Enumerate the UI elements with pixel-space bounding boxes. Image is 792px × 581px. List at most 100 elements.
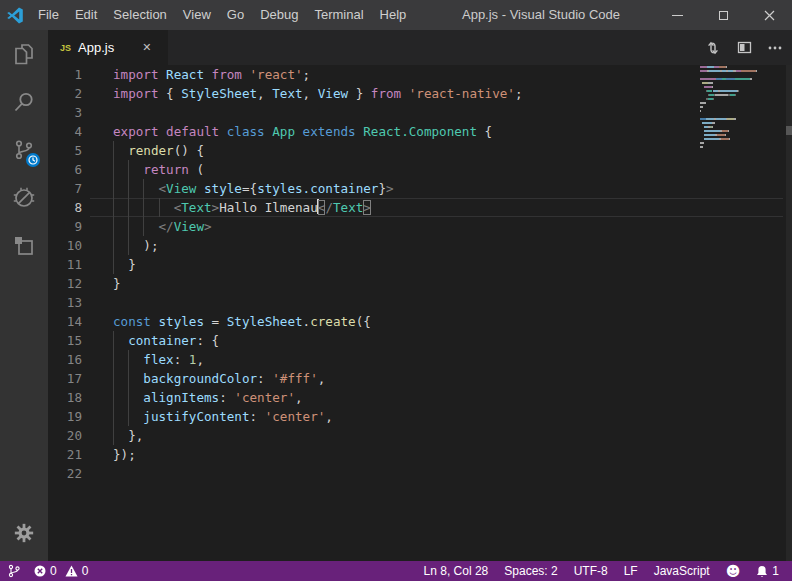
code-token: create: [310, 314, 356, 329]
menu-debug[interactable]: Debug: [252, 0, 306, 30]
line-number[interactable]: 10: [48, 236, 82, 255]
minimize-button[interactable]: [654, 0, 700, 30]
line-number[interactable]: 21: [48, 445, 82, 464]
menu-view[interactable]: View: [175, 0, 219, 30]
cursor-position[interactable]: Ln 8, Col 28: [424, 564, 489, 578]
git-branch-indicator[interactable]: [8, 564, 20, 578]
line-number[interactable]: 6: [48, 160, 82, 179]
line-number[interactable]: 17: [48, 369, 82, 388]
line-number[interactable]: 19: [48, 407, 82, 426]
code-token: [113, 333, 128, 348]
line-number[interactable]: 3: [48, 103, 82, 122]
code-token: 'center': [234, 390, 295, 405]
minimap[interactable]: [700, 66, 780, 154]
notifications-bell[interactable]: 1: [756, 564, 779, 578]
code-line[interactable]: backgroundColor: '#fff',: [113, 369, 792, 388]
indent-guide: [113, 179, 114, 198]
code-line[interactable]: [113, 464, 792, 483]
code-line[interactable]: export default class App extends React.C…: [113, 122, 792, 141]
line-number[interactable]: 1: [48, 65, 82, 84]
code-line[interactable]: container: {: [113, 331, 792, 350]
code-line[interactable]: render() {: [113, 141, 792, 160]
code-line[interactable]: alignItems: 'center',: [113, 388, 792, 407]
eol-sequence[interactable]: LF: [624, 564, 638, 578]
window-controls: [654, 0, 792, 30]
line-number[interactable]: 16: [48, 350, 82, 369]
menu-terminal[interactable]: Terminal: [306, 0, 371, 30]
code-line[interactable]: },: [113, 426, 792, 445]
feedback-smiley-icon[interactable]: ☻: [726, 563, 741, 579]
encoding[interactable]: UTF-8: [574, 564, 608, 578]
line-number[interactable]: 2: [48, 84, 82, 103]
sidebar-item-search[interactable]: [0, 78, 48, 126]
line-number[interactable]: 18: [48, 388, 82, 407]
code-line[interactable]: return (: [113, 160, 792, 179]
sync-icon[interactable]: [702, 37, 724, 59]
menu-edit[interactable]: Edit: [67, 0, 105, 30]
code-line[interactable]: });: [113, 445, 792, 464]
close-button[interactable]: [746, 0, 792, 30]
line-number[interactable]: 11: [48, 255, 82, 274]
line-number[interactable]: 5: [48, 141, 82, 160]
line-number[interactable]: 14: [48, 312, 82, 331]
indent-guide: [143, 198, 144, 217]
split-editor-icon[interactable]: [733, 37, 755, 59]
line-number[interactable]: 13: [48, 293, 82, 312]
indent-guide: [113, 388, 114, 407]
line-number[interactable]: 12: [48, 274, 82, 293]
line-number[interactable]: 15: [48, 331, 82, 350]
indent-guide: [113, 350, 114, 369]
code-token: 'react-native': [409, 86, 515, 101]
code-line[interactable]: import { StyleSheet, Text, View } from '…: [113, 84, 792, 103]
more-actions-icon[interactable]: [764, 37, 786, 59]
vscode-logo-icon[interactable]: [0, 0, 30, 30]
code-editor[interactable]: 12345678910111213141516171819202122 impo…: [48, 65, 792, 561]
maximize-button[interactable]: [700, 0, 746, 30]
code-token: [113, 143, 128, 158]
code-line[interactable]: justifyContent: 'center',: [113, 407, 792, 426]
line-number[interactable]: 7: [48, 179, 82, 198]
menu-go[interactable]: Go: [219, 0, 252, 30]
code-line[interactable]: const styles = StyleSheet.create({: [113, 312, 792, 331]
code-line[interactable]: );: [113, 236, 792, 255]
sidebar-item-extensions[interactable]: [0, 222, 48, 270]
line-number[interactable]: 20: [48, 426, 82, 445]
indentation[interactable]: Spaces: 2: [504, 564, 557, 578]
menu-file[interactable]: File: [30, 0, 67, 30]
code-line[interactable]: </View>: [113, 217, 792, 236]
code-line[interactable]: import React from 'react';: [113, 65, 792, 84]
code-token: :: [257, 371, 272, 386]
tab-close-icon[interactable]: ✕: [142, 41, 151, 54]
code-line[interactable]: }: [113, 274, 792, 293]
code-token: ({: [356, 314, 371, 329]
error-count[interactable]: 0: [34, 564, 57, 578]
vscode-window: FileEditSelectionViewGoDebugTerminalHelp…: [0, 0, 792, 581]
code-line[interactable]: }: [113, 255, 792, 274]
code-line[interactable]: <View style={styles.container}>: [113, 179, 792, 198]
language-mode[interactable]: JavaScript: [654, 564, 710, 578]
scrollbar-track[interactable]: [786, 65, 792, 561]
indent-guide: [128, 369, 129, 388]
code-line[interactable]: [113, 103, 792, 122]
line-number[interactable]: 8: [48, 198, 82, 217]
sidebar-item-debug[interactable]: [0, 174, 48, 222]
sidebar-item-explorer[interactable]: [0, 30, 48, 78]
code-line[interactable]: flex: 1,: [113, 350, 792, 369]
code-token: () {: [174, 143, 204, 158]
line-number[interactable]: 22: [48, 464, 82, 483]
settings-gear-icon[interactable]: [0, 509, 48, 557]
code-token: ,: [196, 352, 204, 367]
menu-help[interactable]: Help: [372, 0, 415, 30]
line-number[interactable]: 4: [48, 122, 82, 141]
code-token: },: [113, 428, 143, 443]
code-line[interactable]: [113, 293, 792, 312]
code-line[interactable]: <Text>Hallo Ilmenau</Text>: [113, 198, 792, 217]
menu-selection[interactable]: Selection: [105, 0, 174, 30]
scm-pending-badge: [26, 153, 40, 167]
tab-appjs[interactable]: JS App.js ✕: [48, 30, 168, 65]
warning-count[interactable]: 0: [65, 564, 89, 578]
sidebar-item-source-control[interactable]: [0, 126, 48, 174]
line-number[interactable]: 9: [48, 217, 82, 236]
code-token: ={: [242, 181, 257, 196]
indent-guide: [128, 179, 129, 198]
